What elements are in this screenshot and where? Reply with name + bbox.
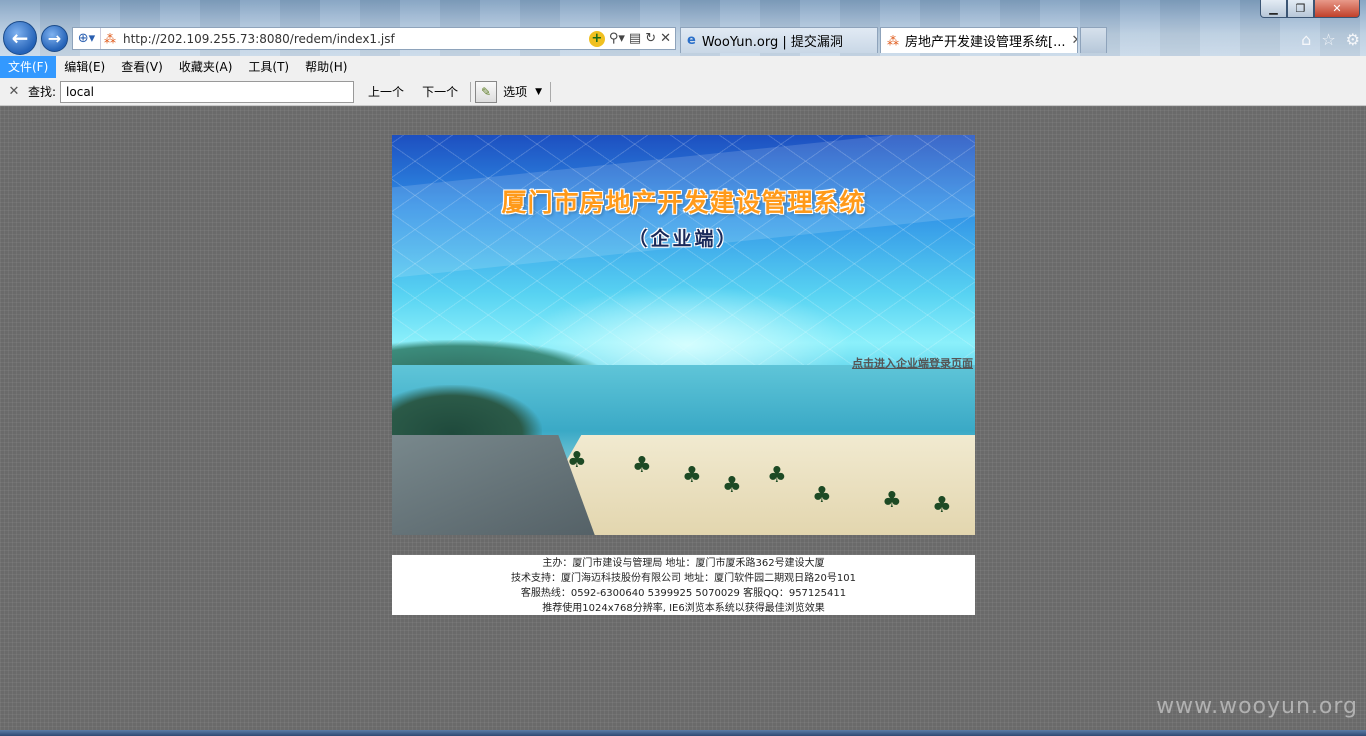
footer-host-line: 主办：厦门市建设与管理局 地址：厦门市厦禾路362号建设大厦	[542, 558, 825, 569]
page-content: ♣ ♣ ♣ ♣ ♣ ♣ ♣ ♣ 厦门市房地产开发建设管理系统 （企业端） 点击进…	[0, 106, 1366, 730]
loading-icon: ⁂	[887, 33, 899, 48]
compatibility-icon[interactable]: ⊕▾	[73, 28, 101, 49]
tab-label: WooYun.org | 提交漏洞	[701, 35, 843, 50]
site-footer: 主办：厦门市建设与管理局 地址：厦门市厦禾路362号建设大厦 技术支持：厦门海迈…	[392, 555, 975, 615]
palm-tree-icon: ♣	[722, 473, 742, 498]
menu-view[interactable]: 查看(V)	[113, 56, 171, 78]
add-on-icon[interactable]: +	[588, 30, 605, 47]
url-text[interactable]: http://202.109.255.73:8080/redem/index1.…	[119, 32, 589, 46]
browser-titlebar: ▁ ❐ ✕ ← → ⊕▾ ⁂ http://202.109.255.73:808…	[0, 0, 1366, 56]
back-button[interactable]: ←	[3, 21, 37, 55]
system-subtitle: （企业端）	[628, 228, 739, 250]
tab-close-icon[interactable]: ✕	[1071, 33, 1077, 48]
menu-tools[interactable]: 工具(T)	[240, 56, 297, 78]
menu-bar: 文件(F) 编辑(E) 查看(V) 收藏夹(A) 工具(T) 帮助(H)	[0, 56, 1366, 78]
find-input[interactable]	[60, 80, 355, 103]
menu-edit[interactable]: 编辑(E)	[56, 56, 113, 78]
tab-label: 房地产开发建设管理系统[...	[905, 35, 1066, 50]
find-label: 查找:	[28, 85, 57, 99]
minimize-button[interactable]: ▁	[1260, 0, 1287, 18]
forward-button[interactable]: →	[41, 25, 68, 52]
browser-toolbar-icons: ⌂ ☆ ⚙	[1301, 30, 1360, 49]
palm-tree-icon: ♣	[882, 488, 902, 513]
menu-file[interactable]: 文件(F)	[0, 56, 57, 78]
gear-icon[interactable]: ⚙	[1346, 30, 1360, 49]
home-icon[interactable]: ⌂	[1301, 30, 1311, 49]
palm-tree-icon: ♣	[767, 463, 787, 488]
system-title: 厦门市房地产开发建设管理系统	[501, 188, 866, 217]
ie-icon: e	[687, 33, 696, 48]
find-next-button[interactable]: 下一个	[418, 83, 462, 100]
refresh-icon[interactable]: ↻	[645, 31, 656, 46]
palm-tree-icon: ♣	[932, 493, 952, 518]
palm-tree-icon: ♣	[632, 453, 652, 478]
menu-favorites[interactable]: 收藏夹(A)	[171, 56, 241, 78]
windows-taskbar	[0, 730, 1366, 736]
chevron-down-icon[interactable]: ▼	[535, 87, 542, 97]
tab-active[interactable]: ⁂ 房地产开发建设管理系统[... ✕	[880, 27, 1078, 53]
footer-recommendation-line: 推荐使用1024x768分辨率, IE6浏览本系统以获得最佳浏览效果	[542, 603, 825, 614]
forward-arrow-icon: →	[47, 29, 62, 48]
divider	[550, 81, 552, 102]
enterprise-login-link[interactable]: 点击进入企业端登录页面	[852, 355, 973, 371]
compat-view-icon[interactable]: ▤	[629, 31, 641, 46]
address-bar[interactable]: ⊕▾ ⁂ http://202.109.255.73:8080/redem/in…	[72, 27, 676, 50]
hero-banner: ♣ ♣ ♣ ♣ ♣ ♣ ♣ ♣ 厦门市房地产开发建设管理系统 （企业端） 点击进…	[392, 135, 975, 535]
back-arrow-icon: ←	[11, 26, 29, 50]
close-button[interactable]: ✕	[1314, 0, 1360, 18]
palm-tree-icon: ♣	[682, 463, 702, 488]
footer-support-line: 技术支持：厦门海迈科技股份有限公司 地址：厦门软件园二期观日路20号101	[511, 573, 856, 584]
menu-help[interactable]: 帮助(H)	[297, 56, 355, 78]
highlight-pen-icon[interactable]: ✎	[475, 80, 498, 103]
divider	[470, 81, 472, 102]
address-tools: + ⚲▾ ▤ ↻ ✕	[588, 30, 675, 47]
favorites-star-icon[interactable]: ☆	[1321, 30, 1335, 49]
palm-tree-icon: ♣	[567, 448, 587, 473]
new-tab-button[interactable]	[1080, 27, 1107, 53]
stop-icon[interactable]: ✕	[660, 31, 671, 46]
find-bar: ✕ 查找: 上一个 下一个 ✎ 选项 ▼	[0, 78, 1366, 106]
watermark: www.wooyun.org	[1156, 694, 1358, 719]
search-icon[interactable]: ⚲▾	[609, 31, 625, 46]
loading-icon: ⁂	[104, 31, 116, 46]
palm-tree-icon: ♣	[812, 483, 832, 508]
footer-hotline-line: 客服热线：0592-6300640 5399925 5070029 客服QQ：9…	[520, 588, 847, 599]
maximize-button[interactable]: ❐	[1287, 0, 1314, 18]
find-close-icon[interactable]: ✕	[0, 84, 28, 99]
window-controls: ▁ ❐ ✕	[1260, 0, 1360, 18]
find-prev-button[interactable]: 上一个	[364, 83, 408, 100]
find-options-button[interactable]: 选项	[503, 83, 527, 100]
tab-wooyun[interactable]: e WooYun.org | 提交漏洞	[680, 27, 878, 53]
